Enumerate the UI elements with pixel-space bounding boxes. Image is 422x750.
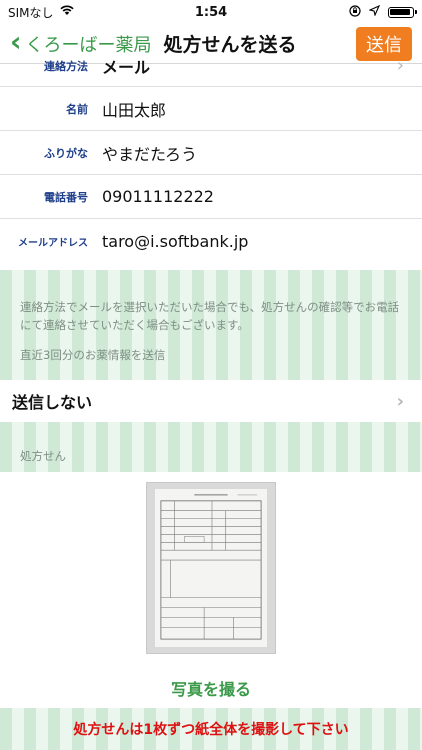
history-section-label: 直近3回分のお薬情報を送信 (20, 347, 166, 362)
chevron-right-icon: › (396, 390, 404, 412)
name-row[interactable]: 名前 山田太郎 (0, 87, 422, 131)
status-bar: SIMなし 1:54 (0, 0, 422, 24)
location-arrow-icon (368, 4, 381, 19)
prescription-section-header: 処方せん (0, 422, 422, 472)
contact-note-text: 連絡方法でメールを選択いただいた場合でも、処方せんの確認等でお電話にて連絡させて… (20, 300, 400, 333)
email-label: メールアドレス (18, 237, 88, 249)
prescription-document-image (155, 489, 267, 647)
history-option-value: 送信しない (12, 393, 93, 412)
phone-label: 電話番号 (44, 190, 88, 204)
prescription-section-label: 処方せん (20, 449, 66, 463)
photo-warning-text: 処方せんは1枚ずつ紙全体を撮影して下さい (73, 722, 349, 738)
chevron-left-icon: ‹ (10, 24, 22, 58)
carrier-label: SIMなし (8, 5, 54, 20)
status-right (349, 4, 417, 20)
contact-form: 連絡方法 メール › 名前 山田太郎 ふりがな やまだたろう 電話番号 0901… (0, 55, 422, 263)
status-left: SIMなし (8, 4, 74, 21)
email-row[interactable]: メールアドレス taro@i.softbank.jp (0, 219, 422, 263)
name-label: 名前 (66, 102, 88, 116)
history-option-row[interactable]: 送信しない › (0, 380, 422, 422)
phone-field[interactable]: 09011112222 (102, 187, 214, 206)
prescription-card: 写真を撮る (0, 472, 422, 708)
rotation-lock-icon (349, 4, 361, 20)
chevron-right-icon: › (396, 55, 404, 76)
contact-note-section: 連絡方法でメールを選択いただいた場合でも、処方せんの確認等でお電話にて連絡させて… (0, 270, 422, 380)
take-photo-button[interactable]: 写真を撮る (0, 676, 422, 700)
phone-row[interactable]: 電話番号 09011112222 (0, 175, 422, 219)
photo-warning-banner: 処方せんは1枚ずつ紙全体を撮影して下さい (0, 708, 422, 750)
email-field[interactable]: taro@i.softbank.jp (102, 232, 248, 251)
furigana-row[interactable]: ふりがな やまだたろう (0, 131, 422, 175)
battery-icon (388, 6, 417, 18)
contact-method-label: 連絡方法 (44, 59, 88, 73)
name-field[interactable]: 山田太郎 (102, 97, 166, 121)
wifi-icon (59, 5, 74, 19)
contact-method-value: メール (102, 57, 151, 77)
furigana-field[interactable]: やまだたろう (102, 141, 197, 165)
page-title: 処方せんを送る (163, 34, 297, 56)
prescription-photo[interactable] (146, 482, 276, 654)
contact-method-row[interactable]: 連絡方法 メール › (0, 55, 422, 87)
furigana-label: ふりがな (44, 146, 88, 160)
